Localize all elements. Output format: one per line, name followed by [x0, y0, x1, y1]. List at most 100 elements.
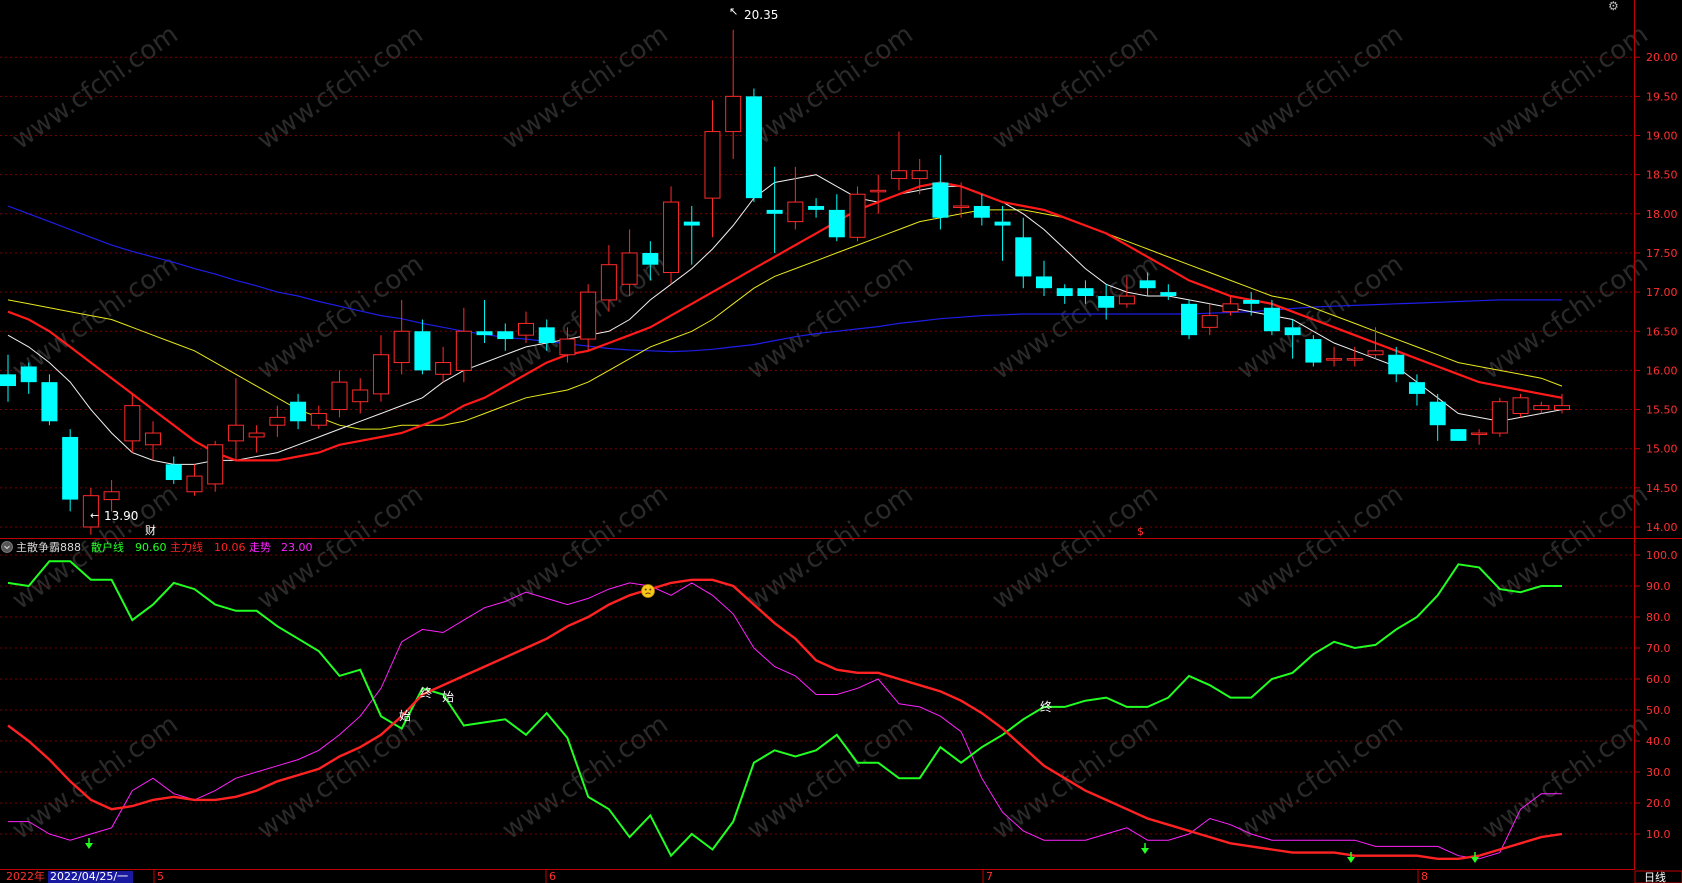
indicator-tick-label: 20.0 [1646, 797, 1671, 810]
candle-body [973, 205, 990, 218]
indicator-tick-label: 60.0 [1646, 673, 1671, 686]
price-tick-label: 14.50 [1646, 482, 1678, 495]
gear-icon[interactable]: ⚙ [1608, 0, 1619, 13]
candle-body [1160, 292, 1177, 297]
candle-body [1450, 429, 1467, 441]
candle [207, 440, 224, 492]
candle-body [953, 205, 970, 208]
candle-body [186, 475, 203, 493]
candle-body [870, 189, 887, 193]
legend-retail-value: 90.60 [135, 541, 167, 554]
candle-body [559, 338, 576, 356]
price-tick-label: 17.50 [1646, 247, 1678, 260]
end-marker: 终 [1040, 699, 1052, 714]
candle-body [1181, 303, 1198, 336]
candle-body [932, 182, 949, 218]
candle-body [435, 362, 452, 375]
candle-body [62, 436, 79, 500]
candle-body [455, 330, 472, 371]
candle-body [290, 401, 307, 422]
candle [1305, 335, 1322, 367]
candle-body [20, 366, 37, 383]
collapse-icon[interactable] [1, 541, 13, 553]
price-tick-label: 16.50 [1646, 325, 1678, 338]
candle [62, 429, 79, 512]
price-tick-label: 18.00 [1646, 208, 1678, 221]
candle-body [1056, 288, 1073, 297]
candle-body [849, 193, 866, 238]
candle-body [124, 405, 141, 442]
candle-body [518, 322, 534, 336]
indicator-header: 主散争霸888 散户线 90.60 主力线 10.06 走势 23.00 [1, 540, 313, 554]
start-marker: 始 [442, 690, 454, 704]
candle-body [704, 131, 721, 199]
candle-body [414, 331, 431, 371]
candle-body [1533, 405, 1550, 411]
face-icon-circle [641, 584, 655, 598]
candle-body [310, 412, 327, 426]
indicator-tick-label: 90.0 [1646, 580, 1671, 593]
candle-body [1346, 358, 1363, 361]
candle [745, 88, 762, 203]
candle-body [663, 201, 680, 274]
candle-body [248, 432, 265, 438]
candle-body [1429, 401, 1446, 426]
price-tick-label: 19.00 [1646, 130, 1678, 143]
legend-main-label: 主力线 [170, 540, 203, 554]
dollar-marker[interactable]: $ [1137, 525, 1144, 538]
price-tick-label: 15.50 [1646, 404, 1678, 417]
finance-marker[interactable]: 财 [145, 523, 156, 537]
month-label: 5 [157, 870, 164, 883]
price-min-label: 13.90 [104, 509, 138, 523]
face-icon-eye [644, 588, 647, 591]
candle-body [103, 491, 120, 501]
candle-body [580, 291, 597, 340]
candle-body [808, 205, 825, 210]
stock-chart: www.cfchi.com www.cfchi.com www.cfchi.com w… [0, 0, 1682, 883]
candle-body [1036, 276, 1052, 289]
candle-body [1263, 307, 1280, 332]
year-label: 2022年 [6, 869, 45, 883]
price-tick-label: 15.00 [1646, 443, 1678, 456]
face-icon-eye [649, 588, 652, 591]
month-label: 8 [1421, 870, 1428, 883]
candle-body [787, 201, 804, 223]
candle-body [1388, 354, 1405, 375]
candle-body [476, 331, 493, 336]
candle-body [1491, 401, 1508, 434]
candle-body [1118, 295, 1135, 305]
price-min-arrow: ← [90, 509, 99, 522]
price-max-arrow: ↖ [729, 5, 738, 18]
candle-body [1367, 350, 1384, 356]
month-label: 7 [986, 870, 993, 883]
candle-body [828, 209, 845, 238]
cursor-date: 2022/04/25/一 [50, 870, 128, 883]
candle-body [538, 327, 555, 343]
price-tick-label: 16.00 [1646, 364, 1678, 377]
candle-body [725, 95, 742, 133]
candle-body [1098, 296, 1115, 308]
candle-body [766, 209, 783, 214]
month-label: 6 [549, 870, 556, 883]
candle [1450, 429, 1467, 441]
candle-body [1077, 288, 1094, 297]
candle-body [1305, 339, 1322, 363]
candle-body [1201, 315, 1218, 328]
candle-body [1408, 382, 1425, 394]
candle [1181, 299, 1198, 340]
indicator-tick-label: 30.0 [1646, 766, 1671, 779]
start-marker: 始 [399, 709, 411, 723]
candle-body [911, 170, 928, 180]
candle-body [145, 432, 162, 446]
indicator-name[interactable]: 主散争霸888 [16, 540, 81, 554]
indicator-tick-label: 40.0 [1646, 735, 1671, 748]
price-tick-label: 17.00 [1646, 286, 1678, 299]
period-label[interactable]: 日线 [1644, 870, 1666, 883]
candle-body [1471, 432, 1488, 436]
candle-body [0, 374, 16, 387]
indicator-tick-label: 100.0 [1646, 549, 1678, 562]
price-tick-label: 18.50 [1646, 169, 1678, 182]
candle-body [372, 354, 389, 395]
candle-body [600, 264, 617, 301]
indicator-tick-label: 70.0 [1646, 642, 1671, 655]
